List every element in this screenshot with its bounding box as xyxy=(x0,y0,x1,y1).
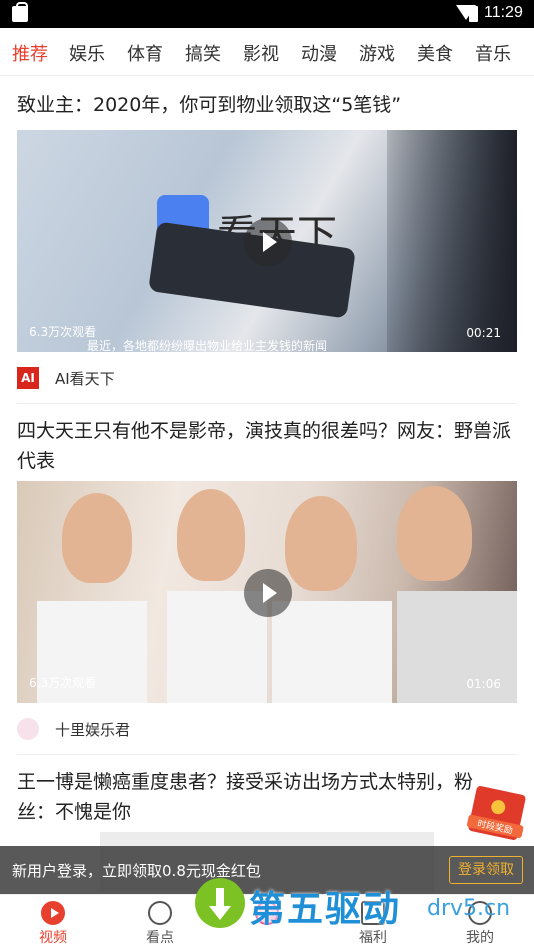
watermark-text: 第五驱动 xyxy=(249,889,402,930)
nav-label: 视频 xyxy=(39,930,67,946)
divider xyxy=(17,754,517,755)
tab-entertainment[interactable]: 娱乐 xyxy=(69,40,105,66)
hash-icon xyxy=(148,901,172,925)
nav-kandian[interactable]: 看点 xyxy=(120,895,200,950)
tab-anime[interactable]: 动漫 xyxy=(301,40,337,66)
watermark-url: drv5.cn xyxy=(427,896,511,921)
tab-funny[interactable]: 搞笑 xyxy=(185,40,221,66)
tab-games[interactable]: 游戏 xyxy=(359,40,395,66)
person-image xyxy=(177,489,245,581)
red-envelope-label: 时段奖励 xyxy=(466,814,524,839)
play-icon[interactable] xyxy=(244,218,292,266)
category-tabs: 推荐 娱乐 体育 搞笑 影视 动漫 游戏 美食 音乐 xyxy=(0,28,534,76)
view-count: 6.3万次观看 xyxy=(29,325,97,339)
person-image xyxy=(397,486,472,581)
shopping-bag-icon xyxy=(12,2,28,22)
video-duration: 01:06 xyxy=(466,677,501,691)
play-icon xyxy=(41,901,65,925)
person-image xyxy=(62,493,132,583)
tab-food[interactable]: 美食 xyxy=(417,40,453,66)
person-image xyxy=(272,601,392,703)
coin-icon xyxy=(489,798,507,816)
tab-music[interactable]: 音乐 xyxy=(475,40,511,66)
thumbnail-background xyxy=(387,130,517,352)
tab-recommend[interactable]: 推荐 xyxy=(12,40,48,66)
status-bar: 11:29 xyxy=(0,0,534,28)
download-arrow-icon xyxy=(195,878,245,928)
status-time: 11:29 xyxy=(484,4,523,21)
battery-icon xyxy=(469,6,478,22)
watermark: 第五驱动 drv5.cn xyxy=(195,872,525,942)
view-count: 6.3万次观看 xyxy=(29,676,97,690)
nav-video[interactable]: 视频 xyxy=(13,895,93,950)
nav-label: 看点 xyxy=(146,930,174,946)
red-envelope-icon[interactable]: 时段奖励 xyxy=(466,785,527,841)
video-duration: 00:21 xyxy=(466,326,501,340)
source-avatar-icon xyxy=(17,718,39,740)
divider xyxy=(17,403,517,404)
source-name: 十里娱乐君 xyxy=(55,721,131,739)
article-title[interactable]: 王一博是懒癌重度患者？接受采访出场方式太特别，粉丝：不愧是你 xyxy=(17,767,487,827)
article-title[interactable]: 四大天王只有他不是影帝，演技真的很差吗？网友：野兽派代表 xyxy=(17,416,517,476)
tab-sports[interactable]: 体育 xyxy=(127,40,163,66)
source-name: AI看天下 xyxy=(55,370,115,388)
tab-film[interactable]: 影视 xyxy=(243,40,279,66)
video-caption: 最近，各地都纷纷曝出物业给业主发钱的新闻 xyxy=(87,339,328,352)
video-thumbnail[interactable]: 看天下 最近，各地都纷纷曝出物业给业主发钱的新闻 6.3万次观看 00:21 xyxy=(17,130,517,352)
person-image xyxy=(285,496,357,591)
source-logo-icon: AI xyxy=(17,367,39,389)
article-title[interactable]: 致业主：2020年，你可到物业领取这“5笔钱” xyxy=(17,90,517,120)
play-icon[interactable] xyxy=(244,569,292,617)
video-thumbnail[interactable]: 6.3万次观看 01:06 xyxy=(17,481,517,703)
